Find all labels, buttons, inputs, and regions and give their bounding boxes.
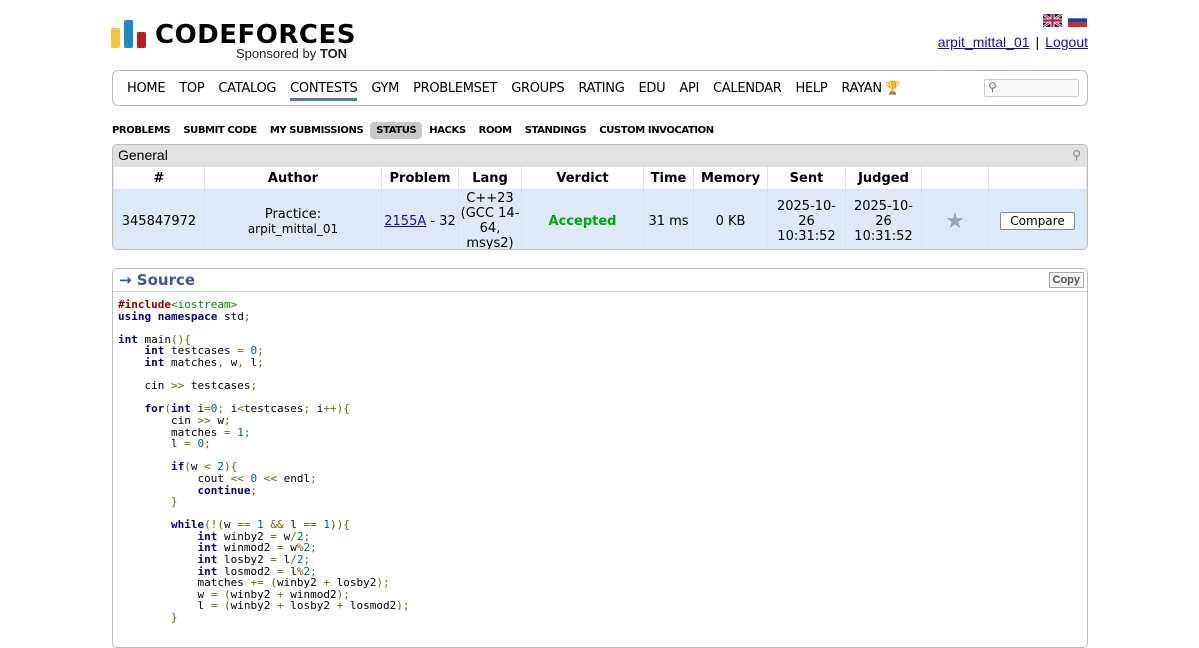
- contest-submenu: PROBLEMS SUBMIT CODE MY SUBMISSIONS STAT…: [112, 122, 721, 139]
- col-header-author: Author: [205, 167, 381, 189]
- menu-item-catalog[interactable]: CATALOG: [218, 81, 276, 101]
- codeforces-logo[interactable]: CODEFORCES Sponsored by TON: [111, 18, 355, 64]
- problem-link[interactable]: 2155A: [384, 214, 426, 229]
- submission-status-panel: General ⚲ # Author Problem Lang Verdict …: [112, 144, 1088, 250]
- judged-cell: 2025-10-26 10:31:52: [846, 190, 921, 249]
- search-icon: ⚲: [988, 80, 997, 94]
- col-header-id: #: [114, 167, 204, 189]
- code-line: ​: [118, 450, 1082, 462]
- zoom-icon[interactable]: ⚲: [1072, 148, 1081, 162]
- col-header-sent: Sent: [768, 167, 845, 189]
- col-header-time: Time: [644, 167, 693, 189]
- uk-flag-icon[interactable]: [1043, 14, 1062, 27]
- table-header-row: # Author Problem Lang Verdict Time Memor…: [114, 167, 1086, 189]
- submenu-custom-invocation[interactable]: CUSTOM INVOCATION: [593, 122, 719, 139]
- menu-item-rayan[interactable]: RAYAN 🏆: [841, 81, 901, 101]
- status-caption-text: General: [118, 147, 168, 163]
- menu-item-rating[interactable]: RATING: [578, 81, 624, 101]
- menu-item-contests[interactable]: CONTESTS: [290, 81, 358, 101]
- source-title: → Source: [119, 271, 196, 289]
- source-panel: → Source Copy #include<iostream> using na…: [112, 268, 1088, 648]
- submenu-room[interactable]: ROOM: [473, 122, 518, 139]
- profile-link[interactable]: arpit_mittal_01: [938, 34, 1030, 50]
- menu-item-home[interactable]: HOME: [127, 81, 166, 101]
- code-line: #include<iostream>: [118, 298, 238, 311]
- user-links: arpit_mittal_01 | Logout: [938, 34, 1088, 50]
- time-cell: 31 ms: [644, 190, 693, 249]
- separator: |: [1035, 34, 1040, 50]
- col-header-favorite: [922, 167, 988, 189]
- code-line: continue;: [197, 483, 258, 497]
- submenu-submit-code[interactable]: SUBMIT CODE: [177, 122, 263, 139]
- language-flags: [1043, 14, 1087, 27]
- col-header-verdict: Verdict: [522, 167, 643, 189]
- submenu-standings[interactable]: STANDINGS: [519, 122, 593, 139]
- menu-item-top[interactable]: TOP: [179, 81, 204, 101]
- code-line: ​: [118, 369, 1082, 381]
- logout-link[interactable]: Logout: [1045, 34, 1088, 50]
- code-line: cin >> w;: [170, 413, 231, 427]
- code-line: for(int i=0; i<testcases; i++){: [144, 402, 350, 416]
- search-input[interactable]: ⚲: [984, 79, 1079, 97]
- sponsor-text: Sponsored by TON: [236, 46, 348, 61]
- memory-cell: 0 KB: [694, 190, 767, 249]
- code-line: }: [170, 495, 178, 509]
- author-cell: Practice: arpit_mittal_01: [205, 190, 381, 249]
- code-line: cin >> testcases;: [144, 379, 258, 393]
- menu-item-gym[interactable]: GYM: [371, 81, 399, 101]
- code-line: ​: [118, 322, 1082, 334]
- menu-item-help[interactable]: HELP: [796, 81, 828, 101]
- code-line: int matches, w, l;: [144, 355, 264, 369]
- menu-item-rayan-label: RAYAN: [841, 81, 882, 96]
- code-line: using namespace std;: [118, 309, 251, 323]
- menu-item-edu[interactable]: EDU: [639, 81, 666, 101]
- submenu-hacks[interactable]: HACKS: [423, 122, 471, 139]
- code-line: cout << 0 << endl;: [197, 471, 317, 485]
- submenu-status[interactable]: STATUS: [370, 122, 423, 139]
- col-header-problem: Problem: [382, 167, 458, 189]
- problem-cell: 2155A - 32: [382, 190, 458, 249]
- col-header-memory: Memory: [694, 167, 767, 189]
- problem-suffix: - 32: [426, 213, 456, 229]
- code-line: matches = 1;: [170, 425, 251, 439]
- favorite-cell: ★: [922, 190, 988, 249]
- menu-item-problemset[interactable]: PROBLEMSET: [413, 81, 497, 101]
- menu-item-calendar[interactable]: CALENDAR: [713, 81, 782, 101]
- table-row: 345847972 Practice: arpit_mittal_01 2155…: [114, 190, 1086, 250]
- source-code[interactable]: #include<iostream>using namespace std;​i…: [113, 292, 1087, 631]
- logo-bars-icon: [111, 20, 147, 48]
- lang-cell: C++23 (GCC 14-64, msys2): [459, 190, 521, 250]
- status-caption: General ⚲: [113, 145, 1087, 166]
- menu-item-groups[interactable]: GROUPS: [511, 81, 564, 101]
- compare-button[interactable]: Compare: [1000, 212, 1075, 230]
- submission-id: 345847972: [114, 190, 204, 249]
- copy-button[interactable]: Copy: [1048, 272, 1084, 288]
- col-header-lang: Lang: [459, 167, 521, 189]
- source-header: → Source Copy: [113, 269, 1087, 292]
- code-line: l = (winby2 + losby2 + losmod2);: [197, 599, 410, 613]
- submenu-my-submissions[interactable]: MY SUBMISSIONS: [264, 122, 369, 139]
- author-name[interactable]: arpit_mittal_01: [206, 222, 380, 236]
- status-table: # Author Problem Lang Verdict Time Memor…: [113, 166, 1087, 250]
- author-prefix: Practice:: [264, 206, 322, 222]
- trophy-icon: 🏆: [884, 81, 901, 96]
- code-line: l = 0;: [170, 437, 211, 451]
- code-line: }: [170, 611, 178, 625]
- sent-cell: 2025-10-26 10:31:52: [768, 190, 845, 249]
- verdict-cell: Accepted: [522, 190, 643, 249]
- main-menu: HOME TOP CATALOG CONTESTS GYM PROBLEMSET…: [112, 70, 1088, 106]
- col-header-compare: [989, 167, 1086, 189]
- russia-flag-icon[interactable]: [1068, 14, 1087, 27]
- menu-item-api[interactable]: API: [679, 81, 699, 101]
- col-header-judged: Judged: [846, 167, 921, 189]
- star-icon[interactable]: ★: [945, 209, 965, 234]
- submenu-problems[interactable]: PROBLEMS: [112, 122, 176, 139]
- compare-cell: Compare: [989, 190, 1086, 249]
